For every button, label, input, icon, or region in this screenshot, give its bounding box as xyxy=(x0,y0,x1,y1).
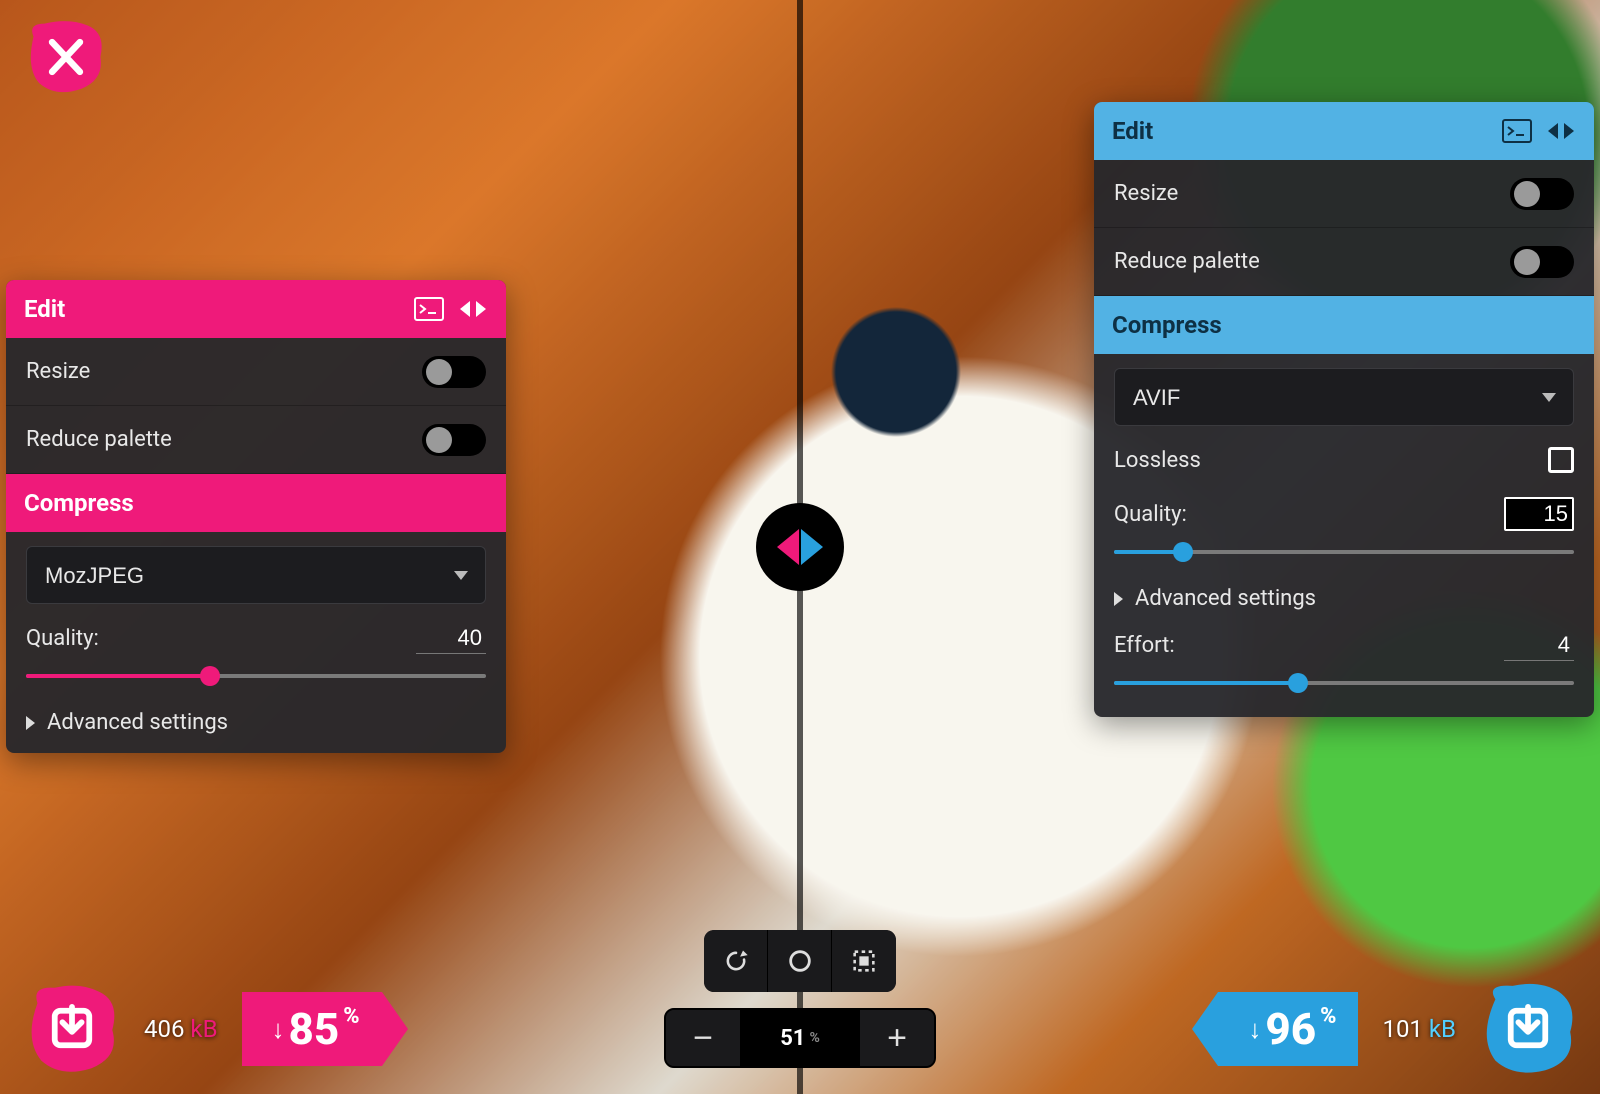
quality-input[interactable] xyxy=(1504,497,1574,531)
close-button[interactable] xyxy=(24,18,108,96)
edit-title: Edit xyxy=(24,295,65,323)
reduction-badge-right: ↓ 96 % xyxy=(1218,992,1358,1066)
chevron-right-icon xyxy=(1114,592,1123,606)
terminal-icon xyxy=(414,297,444,321)
edit-title: Edit xyxy=(1112,117,1153,145)
lossless-label: Lossless xyxy=(1114,448,1201,473)
settings-panel-left: Edit Resize Reduce palette Compress xyxy=(6,280,506,753)
zoom-control: − 51% + xyxy=(664,1008,936,1068)
close-icon xyxy=(24,18,108,96)
codec-select[interactable]: AVIF xyxy=(1114,368,1574,426)
view-tool-row xyxy=(704,930,896,992)
rotate-button[interactable] xyxy=(704,930,768,992)
reduce-palette-toggle[interactable] xyxy=(422,424,486,456)
caret-left-icon xyxy=(777,529,799,565)
download-button-left[interactable] xyxy=(24,982,120,1076)
compress-header: Compress xyxy=(6,474,506,532)
resize-row: Resize xyxy=(1094,160,1594,228)
cli-copy-button[interactable] xyxy=(1502,118,1532,144)
cli-copy-button[interactable] xyxy=(414,296,444,322)
arrow-down-icon: ↓ xyxy=(272,1014,285,1045)
marquee-icon xyxy=(850,947,878,975)
resize-row: Resize xyxy=(6,338,506,406)
circle-icon xyxy=(786,947,814,975)
background-toggle-button[interactable] xyxy=(768,930,832,992)
reduce-palette-label: Reduce palette xyxy=(26,427,172,452)
zoom-value[interactable]: 51% xyxy=(740,1010,860,1066)
codec-select[interactable]: MozJPEG xyxy=(26,546,486,604)
chevron-right-icon xyxy=(26,716,35,730)
advanced-settings-toggle[interactable]: Advanced settings xyxy=(26,710,486,735)
quality-input[interactable] xyxy=(416,623,486,654)
edit-header: Edit xyxy=(6,280,506,338)
split-handle[interactable] xyxy=(756,503,844,591)
effort-label: Effort: xyxy=(1114,633,1175,658)
compress-title: Compress xyxy=(1112,311,1222,339)
resize-toggle[interactable] xyxy=(1510,178,1574,210)
terminal-icon xyxy=(1502,119,1532,143)
edit-header: Edit xyxy=(1094,102,1594,160)
quality-slider[interactable] xyxy=(1114,540,1574,564)
lossless-checkbox[interactable] xyxy=(1548,447,1574,473)
reduce-palette-label: Reduce palette xyxy=(1114,249,1260,274)
settings-panel-right: Edit Resize Reduce palette Compress xyxy=(1094,102,1594,717)
swap-icon xyxy=(458,297,488,321)
swap-icon xyxy=(1546,119,1576,143)
swap-sides-button[interactable] xyxy=(1546,118,1576,144)
download-icon xyxy=(1480,982,1576,1076)
reduce-palette-row: Reduce palette xyxy=(1094,228,1594,296)
result-left: 406 kB ↓ 85 % xyxy=(24,982,382,1076)
advanced-settings-toggle[interactable]: Advanced settings xyxy=(1114,586,1574,611)
caret-right-icon xyxy=(801,529,823,565)
filesize-right: 101 kB xyxy=(1382,1015,1456,1043)
effort-input[interactable] xyxy=(1504,630,1574,661)
filesize-left: 406 kB xyxy=(144,1015,218,1043)
download-button-right[interactable] xyxy=(1480,982,1576,1076)
reduce-palette-row: Reduce palette xyxy=(6,406,506,474)
zoom-out-button[interactable]: − xyxy=(666,1010,740,1066)
quality-label: Quality: xyxy=(1114,502,1187,527)
quality-label: Quality: xyxy=(26,626,99,651)
download-icon xyxy=(24,982,120,1076)
advanced-label: Advanced settings xyxy=(47,710,228,735)
effort-slider[interactable] xyxy=(1114,671,1574,695)
swap-sides-button[interactable] xyxy=(458,296,488,322)
compress-title: Compress xyxy=(24,489,134,517)
resize-toggle[interactable] xyxy=(422,356,486,388)
crop-overlay-button[interactable] xyxy=(832,930,896,992)
quality-slider[interactable] xyxy=(26,664,486,688)
advanced-label: Advanced settings xyxy=(1135,586,1316,611)
zoom-in-button[interactable]: + xyxy=(860,1010,934,1066)
arrow-down-icon: ↓ xyxy=(1248,1014,1261,1045)
result-right: 101 kB ↓ 96 % xyxy=(1218,982,1576,1076)
reduce-palette-toggle[interactable] xyxy=(1510,246,1574,278)
rotate-icon xyxy=(722,947,750,975)
resize-label: Resize xyxy=(1114,181,1178,206)
reduction-badge-left: ↓ 85 % xyxy=(242,992,382,1066)
compress-header: Compress xyxy=(1094,296,1594,354)
resize-label: Resize xyxy=(26,359,90,384)
